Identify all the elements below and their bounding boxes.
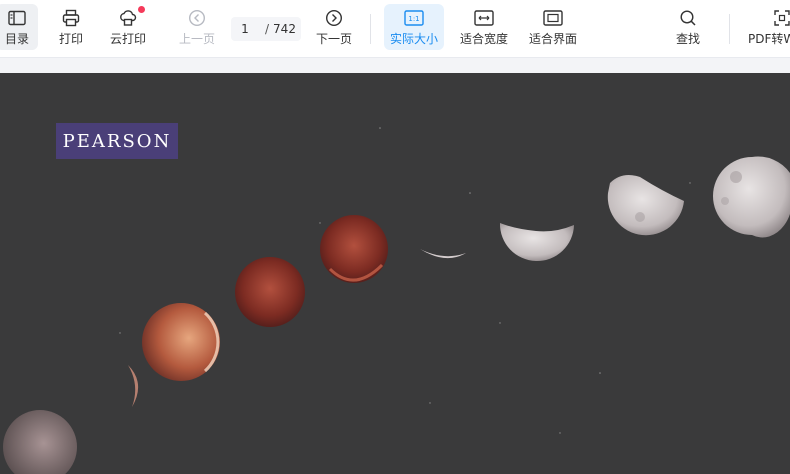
moon-phase-1 (713, 156, 790, 238)
pdf-convert-label: PDF转W (748, 32, 790, 46)
moon-phase-9 (3, 410, 77, 474)
moon-phase-5 (320, 215, 388, 283)
find-button[interactable]: 查找 (666, 4, 710, 50)
moon-phase-7 (142, 303, 220, 381)
fit-width-icon (474, 8, 494, 28)
total-pages: 742 (273, 22, 296, 36)
moon-phase-8 (128, 365, 139, 407)
printer-icon (61, 8, 81, 28)
moon-phase-6 (235, 257, 305, 327)
toolbar-divider (729, 14, 730, 44)
find-label: 查找 (675, 32, 700, 46)
page-separator: / (265, 22, 270, 36)
print-button[interactable]: 打印 (50, 4, 92, 50)
toolbar-divider (370, 14, 371, 44)
chevron-right-circle-icon (324, 8, 344, 28)
search-icon (678, 8, 698, 28)
cloud-printer-icon (118, 8, 138, 28)
document-viewer[interactable]: PEARSON (0, 58, 790, 474)
pdf-page: PEARSON (0, 73, 790, 474)
current-page-input[interactable]: 1 (231, 22, 259, 36)
convert-icon (772, 8, 790, 28)
next-page-button[interactable]: 下一页 (313, 4, 355, 50)
fit-width-label: 适合宽度 (459, 32, 508, 46)
fit-page-button[interactable]: 适合界面 (523, 4, 583, 50)
cloud-print-label: 云打印 (109, 32, 146, 46)
actual-size-icon: 1:1 (404, 8, 424, 28)
toc-button[interactable]: 目录 (0, 4, 38, 50)
pdf-convert-button[interactable]: PDF转W (746, 4, 790, 50)
svg-text:1:1: 1:1 (408, 15, 419, 23)
toc-label: 目录 (4, 32, 29, 46)
fit-width-button[interactable]: 适合宽度 (454, 4, 514, 50)
moon-phase-2 (607, 175, 684, 236)
fit-page-icon (543, 8, 563, 28)
moon-phase-3 (499, 223, 574, 262)
actual-size-button[interactable]: 1:1 实际大小 (384, 4, 444, 50)
chevron-left-circle-icon (187, 8, 207, 28)
toolbar: 目录 打印 云打印 上一页 1 / 742 下一页 1:1 实际大小 适合宽度 … (0, 0, 790, 58)
stars (119, 127, 691, 434)
actual-size-label: 实际大小 (389, 32, 438, 46)
print-label: 打印 (58, 32, 83, 46)
prev-page-label: 上一页 (178, 32, 215, 46)
notification-dot (138, 6, 145, 13)
next-page-label: 下一页 (315, 32, 352, 46)
pearson-logo: PEARSON (56, 123, 178, 159)
sidebar-icon (7, 8, 27, 28)
page-indicator: 1 / 742 (231, 17, 301, 41)
prev-page-button[interactable]: 上一页 (176, 4, 218, 50)
moon-phase-4 (420, 249, 466, 259)
fit-page-label: 适合界面 (528, 32, 577, 46)
